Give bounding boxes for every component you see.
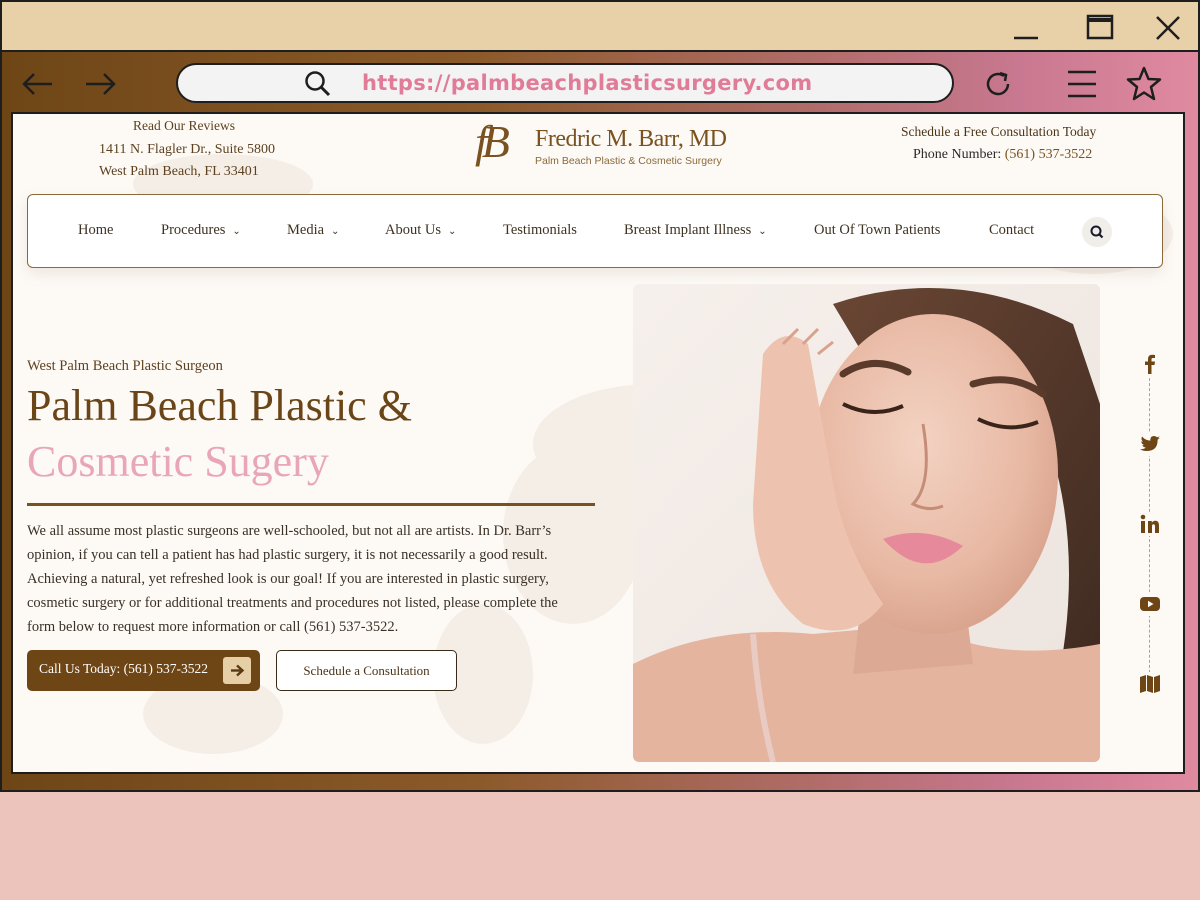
consultation-cta-text[interactable]: Schedule a Free Consultation Today [901, 124, 1096, 140]
logo-subtitle: Palm Beach Plastic & Cosmetic Surgery [535, 155, 722, 167]
search-icon [1090, 225, 1104, 239]
chevron-down-icon: ⌄ [758, 226, 767, 237]
logo-monogram: fB [475, 116, 510, 167]
page-viewport: Read Our Reviews 1411 N. Flagler Dr., Su… [11, 112, 1185, 774]
nav-item-media[interactable]: Media ⌄ [287, 222, 339, 239]
nav-item-label: About Us [385, 222, 441, 238]
twitter-icon[interactable] [1138, 432, 1162, 456]
hero-portrait-image [633, 284, 1100, 762]
nav-item-contact[interactable]: Contact [989, 222, 1034, 239]
nav-item-procedures[interactable]: Procedures ⌄ [161, 222, 241, 239]
phone-label: Phone Number: [913, 147, 1002, 162]
back-arrow-icon[interactable] [18, 64, 58, 104]
schedule-consultation-button[interactable]: Schedule a Consultation [276, 650, 457, 691]
chevron-down-icon: ⌄ [232, 226, 241, 237]
nav-item-label: Media [287, 222, 325, 238]
linkedin-icon[interactable] [1138, 512, 1162, 536]
hero-eyebrow: West Palm Beach Plastic Surgeon [27, 358, 223, 374]
minimize-icon[interactable] [1008, 10, 1044, 46]
star-icon[interactable] [1124, 64, 1164, 104]
nav-item-label: Contact [989, 222, 1035, 238]
address-bar[interactable]: https://palmbeachplasticsurgery.com [176, 63, 954, 103]
chevron-down-icon: ⌄ [448, 226, 457, 237]
social-links-rail [1135, 350, 1165, 700]
site-search-button[interactable] [1082, 217, 1112, 247]
header-phone: Phone Number: (561) 537-3522 [913, 147, 1092, 163]
url-text[interactable]: https://palmbeachplasticsurgery.com [362, 71, 812, 95]
schedule-button-label: Schedule a Consultation [303, 663, 430, 678]
close-icon[interactable] [1150, 10, 1186, 46]
call-us-button-label: Call Us Today: (561) 537-3522 [39, 661, 209, 676]
nav-item-label: Home [78, 222, 114, 238]
chevron-down-icon: ⌄ [331, 226, 340, 237]
hero-title-line-2: Cosmetic Sugery [27, 437, 329, 486]
hero-body-text: We all assume most plastic surgeons are … [27, 523, 558, 635]
reload-icon[interactable] [978, 64, 1018, 104]
hamburger-menu-icon[interactable] [1062, 64, 1102, 104]
nav-item-about-us[interactable]: About Us ⌄ [385, 222, 456, 239]
nav-item-out-of-town-patients[interactable]: Out Of Town Patients [814, 222, 940, 239]
facebook-icon[interactable] [1138, 352, 1162, 376]
call-us-button[interactable]: Call Us Today: (561) 537-3522 [27, 650, 260, 691]
arrow-right-icon [223, 657, 251, 684]
site-logo[interactable]: fB Fredric M. Barr, MD Palm Beach Plasti… [475, 116, 727, 172]
phone-number-link[interactable]: (561) 537-3522 [1005, 147, 1093, 162]
youtube-icon[interactable] [1138, 592, 1162, 616]
search-icon [305, 71, 331, 97]
main-navigation: Home Procedures ⌄ Media ⌄ About Us ⌄ Testim… [27, 194, 1163, 268]
window-titlebar [0, 0, 1200, 52]
nav-item-label: Procedures [161, 222, 226, 238]
nav-item-label: Breast Implant Illness [624, 222, 752, 238]
hero-divider [27, 503, 595, 506]
address-line-1: 1411 N. Flagler Dr., Suite 5800 [99, 142, 276, 157]
nav-item-breast-implant-illness[interactable]: Breast Implant Illness ⌄ [624, 222, 767, 239]
reviews-link[interactable]: Read Our Reviews [133, 118, 235, 134]
nav-item-label: Testimonials [503, 222, 577, 238]
forward-arrow-icon[interactable] [80, 64, 120, 104]
logo-name: Fredric M. Barr, MD [535, 126, 727, 152]
nav-item-home[interactable]: Home [78, 222, 113, 239]
nav-item-testimonials[interactable]: Testimonials [503, 222, 577, 239]
address-line-2: West Palm Beach, FL 33401 [99, 164, 259, 179]
nav-item-label: Out Of Town Patients [814, 222, 941, 238]
maximize-icon[interactable] [1082, 10, 1118, 46]
map-icon[interactable] [1138, 672, 1162, 696]
hero-title-line-1: Palm Beach Plastic & [27, 381, 412, 430]
